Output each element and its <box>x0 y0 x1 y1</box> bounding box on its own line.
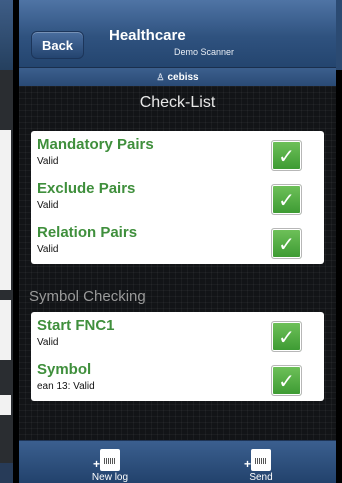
app-stage: Back Healthcare Demo Scanner ♙ cebiss Ch… <box>0 0 342 483</box>
symbol-group: Start FNC1 Valid ✓ Symbol ean 13: Valid … <box>31 312 324 401</box>
user-icon: ♙ <box>156 71 165 82</box>
send-label: Send <box>249 472 273 483</box>
previous-screen-card <box>0 395 11 415</box>
send-button[interactable]: + Send <box>231 443 291 483</box>
item-title: Start FNC1 <box>37 317 115 334</box>
user-name: cebiss <box>167 71 199 83</box>
send-icon: + <box>244 449 271 471</box>
list-item[interactable]: Exclude Pairs Valid ✓ <box>31 175 324 219</box>
pairs-group: Mandatory Pairs Valid ✓ Exclude Pairs Va… <box>31 131 324 264</box>
item-title: Relation Pairs <box>37 224 138 241</box>
section-header-symbol-checking: Symbol Checking <box>29 288 146 305</box>
item-status: Valid <box>37 244 59 255</box>
previous-screen-card <box>0 130 11 290</box>
check-icon: ✓ <box>271 321 302 352</box>
check-icon: ✓ <box>271 140 302 171</box>
navigation-bar: Back Healthcare Demo Scanner <box>19 0 336 68</box>
list-item[interactable]: Mandatory Pairs Valid ✓ <box>31 131 324 175</box>
check-icon: ✓ <box>271 184 302 215</box>
item-status: Valid <box>37 337 59 348</box>
item-status: Valid <box>37 200 59 211</box>
checklist-screen: Back Healthcare Demo Scanner ♙ cebiss Ch… <box>19 0 336 483</box>
new-log-button[interactable]: + New log <box>80 443 140 483</box>
plus-icon: + <box>93 457 101 471</box>
previous-screen-header <box>0 0 13 70</box>
tab-bar: + New log + Send <box>19 440 336 483</box>
next-screen-header <box>336 0 342 70</box>
next-screen-edge <box>336 0 342 483</box>
back-button[interactable]: Back <box>31 31 84 59</box>
app-title: Healthcare <box>109 27 186 44</box>
app-subtitle: Demo Scanner <box>174 47 235 57</box>
plus-icon: + <box>244 457 252 471</box>
previous-screen-card <box>0 300 11 360</box>
new-log-label: New log <box>91 472 129 483</box>
previous-screen-tabbar <box>0 463 13 483</box>
page-title: Check-List <box>139 94 216 111</box>
previous-screen-edge <box>0 0 13 483</box>
check-icon: ✓ <box>271 365 302 396</box>
item-title: Symbol <box>37 361 92 378</box>
list-item[interactable]: Relation Pairs Valid ✓ <box>31 219 324 263</box>
item-title: Mandatory Pairs <box>37 136 154 153</box>
list-item[interactable]: Start FNC1 Valid ✓ <box>31 312 324 356</box>
item-title: Exclude Pairs <box>37 180 136 197</box>
user-bar: ♙ cebiss <box>19 68 336 86</box>
new-log-icon: + <box>93 449 120 471</box>
item-status: Valid <box>37 156 59 167</box>
check-icon: ✓ <box>271 228 302 259</box>
list-item[interactable]: Symbol ean 13: Valid ✓ <box>31 356 324 400</box>
item-status: ean 13: Valid <box>37 381 95 392</box>
